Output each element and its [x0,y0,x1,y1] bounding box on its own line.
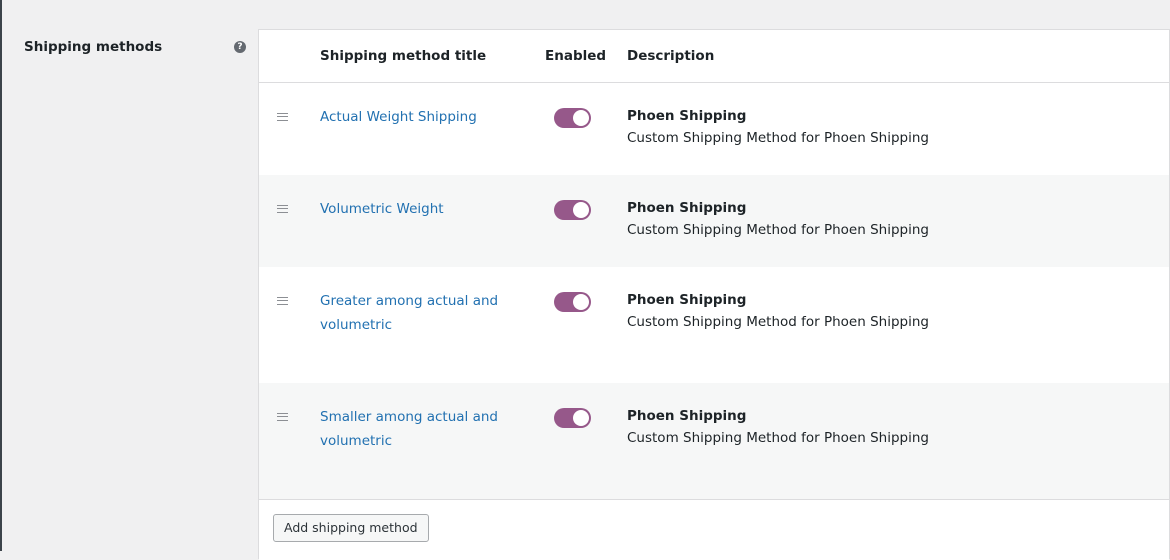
method-title-link[interactable]: Volumetric Weight [320,197,500,221]
toggle-knob [573,410,589,426]
table-row: Volumetric Weight Phoen Shipping Custom … [259,175,1169,267]
table-row: Actual Weight Shipping Phoen Shipping Cu… [259,83,1169,175]
drag-handle-icon[interactable] [277,113,288,121]
toggle-knob [573,110,589,126]
enabled-toggle[interactable] [554,200,591,220]
drag-handle-icon[interactable] [277,413,288,421]
column-header-description: Description [627,48,715,64]
toggle-knob [573,202,589,218]
method-description: Custom Shipping Method for Phoen Shippin… [627,314,929,330]
method-title-link[interactable]: Greater among actual and volumetric [320,289,500,337]
enabled-toggle[interactable] [554,108,591,128]
left-edge-divider [0,0,2,551]
field-label: Shipping methods [24,39,163,55]
method-type: Phoen Shipping [627,292,747,308]
method-title-link[interactable]: Actual Weight Shipping [320,105,500,129]
method-type: Phoen Shipping [627,408,747,424]
toggle-knob [573,294,589,310]
table-row: Greater among actual and volumetric Phoen… [259,267,1169,383]
enabled-toggle[interactable] [554,292,591,312]
table-row: Smaller among actual and volumetric Phoen… [259,383,1169,499]
table-header: Shipping method title Enabled Descriptio… [259,30,1169,83]
column-header-enabled: Enabled [545,48,607,64]
drag-handle-icon[interactable] [277,297,288,305]
enabled-toggle[interactable] [554,408,591,428]
method-title-link[interactable]: Smaller among actual and volumetric [320,405,500,453]
method-description: Custom Shipping Method for Phoen Shippin… [627,222,929,238]
method-type: Phoen Shipping [627,108,747,124]
drag-handle-icon[interactable] [277,205,288,213]
shipping-methods-table: Shipping method title Enabled Descriptio… [258,29,1170,560]
method-description: Custom Shipping Method for Phoen Shippin… [627,130,929,146]
question-circle-icon[interactable]: ? [234,41,246,53]
column-header-title: Shipping method title [320,48,487,64]
method-description: Custom Shipping Method for Phoen Shippin… [627,430,929,446]
add-shipping-method-button[interactable]: Add shipping method [273,514,429,542]
method-type: Phoen Shipping [627,200,747,216]
